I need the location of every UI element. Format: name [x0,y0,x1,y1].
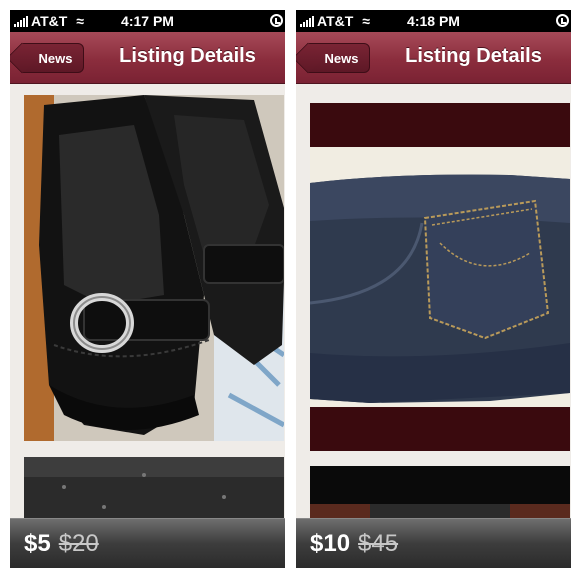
status-time: 4:17 PM [121,13,174,29]
original-price: $20 [58,529,99,557]
navigation-bar: News Listing Details [296,32,571,84]
next-photo-preview [24,457,284,519]
shoes-photo [24,95,284,441]
listing-photo-next[interactable] [310,466,570,519]
back-button[interactable]: News [308,43,370,73]
listing-screen-left: AT&T ≈ 4:17 PM News Listing Details $5 $… [10,10,285,568]
page-title: Listing Details [119,45,256,67]
current-price: $10 [310,529,351,557]
rotation-lock-icon [556,14,569,27]
listing-photo-next[interactable] [24,457,284,519]
back-button-label: News [324,50,359,66]
status-time: 4:18 PM [407,13,460,29]
page-title: Listing Details [405,45,542,67]
price-bar: $5 $20 [10,518,285,568]
back-button[interactable]: News [22,43,84,73]
status-bar: AT&T ≈ 4:18 PM [296,10,571,32]
rotation-lock-icon [270,14,283,27]
original-price: $45 [358,529,399,557]
listing-photo-main[interactable] [24,95,284,441]
navigation-bar: News Listing Details [10,32,285,84]
back-button-label: News [38,50,73,66]
current-price: $5 [24,529,51,557]
listing-photo-main[interactable] [310,103,570,451]
price-bar: $10 $45 [296,518,571,568]
listing-screen-right: AT&T ≈ 4:18 PM News Listing Details $10 … [296,10,571,568]
status-bar: AT&T ≈ 4:17 PM [10,10,285,32]
jeans-photo [310,103,570,451]
next-photo-preview [310,466,570,519]
